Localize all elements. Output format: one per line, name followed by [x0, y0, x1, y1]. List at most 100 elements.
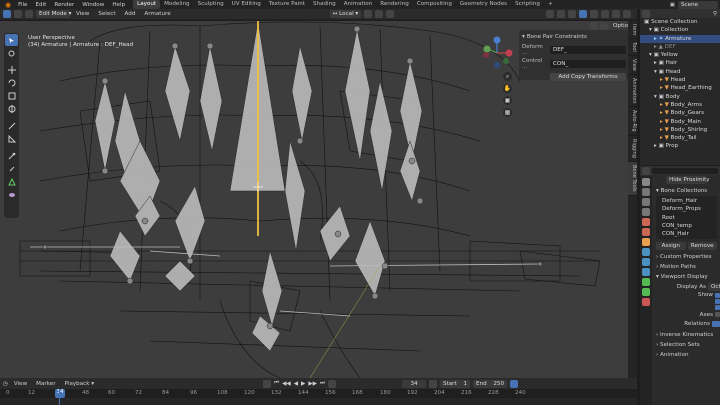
tab-geometry-nodes[interactable]: Geometry Nodes — [456, 0, 511, 9]
add-copy-transforms-button[interactable]: Add Copy Transforms — [550, 73, 626, 81]
xray-toggle-icon[interactable] — [590, 22, 598, 30]
tab-bone-tools[interactable]: Bone Tools — [628, 161, 637, 196]
list-item[interactable]: ▸ ▼ Head_Earthing — [640, 84, 720, 92]
pivot-icon[interactable] — [364, 10, 373, 18]
scene-props-icon[interactable] — [642, 218, 650, 226]
properties-search-input[interactable] — [652, 167, 718, 174]
data-props-icon[interactable] — [642, 278, 650, 286]
timeline-editor-icon[interactable]: ◷ — [3, 381, 8, 387]
list-item[interactable]: ▸ ▼ Body_Arms — [640, 101, 720, 109]
list-item[interactable]: ▾ ▣ Body — [640, 93, 720, 101]
show-checkbox-2[interactable] — [715, 299, 720, 305]
list-item[interactable]: ▾ ▣ Yellow — [640, 51, 720, 59]
tab-layout[interactable]: Layout — [133, 0, 161, 9]
modifier-props-icon[interactable] — [642, 248, 650, 256]
texture-props-icon[interactable] — [642, 298, 650, 306]
tab-uv-editing[interactable]: UV Editing — [228, 0, 265, 9]
tab-scripting[interactable]: Scripting — [511, 0, 544, 9]
object-props-icon[interactable] — [642, 238, 650, 246]
cursor-tool-icon[interactable] — [5, 47, 18, 59]
tab-animation-side[interactable]: Animation — [628, 75, 637, 108]
hide-proximity-tab[interactable]: Hide Proximity — [666, 176, 710, 184]
tab-sculpting[interactable]: Sculpting — [194, 0, 228, 9]
list-item[interactable]: ▸ ▣ Hair — [640, 59, 720, 67]
next-keyframe-icon[interactable]: ▶▶ — [308, 381, 317, 387]
add-workspace-button[interactable]: + — [544, 0, 557, 9]
menu-select[interactable]: Select — [95, 11, 118, 17]
timeline-menu-view[interactable]: View — [11, 381, 30, 387]
shading-material-icon[interactable] — [612, 10, 620, 18]
tab-rendering[interactable]: Rendering — [376, 0, 413, 9]
tab-modeling[interactable]: Modeling — [160, 0, 193, 9]
physics-props-icon[interactable] — [642, 258, 650, 266]
tab-compositing[interactable]: Compositing — [413, 0, 456, 9]
motion-paths-header[interactable]: › Motion Paths — [656, 262, 720, 272]
output-props-icon[interactable] — [642, 198, 650, 206]
menu-edit[interactable]: Edit — [31, 2, 50, 8]
preview-range-icon[interactable] — [429, 379, 438, 388]
blender-logo-icon[interactable]: ◉ — [2, 1, 14, 9]
outliner-editor-icon[interactable] — [642, 9, 650, 18]
play-reverse-icon[interactable]: ◀ — [294, 381, 298, 387]
selection-sets-header[interactable]: › Selection Sets — [656, 340, 720, 350]
menu-add[interactable]: Add — [122, 11, 139, 17]
record-icon[interactable] — [263, 379, 272, 388]
list-item[interactable]: ▸ ▣ Prop — [640, 142, 720, 150]
show-checkbox-3[interactable] — [715, 304, 720, 310]
tab-animation[interactable]: Animation — [340, 0, 377, 9]
outliner-filter-icon[interactable]: ⚲ — [713, 11, 717, 17]
list-item[interactable]: CON_Hair — [656, 230, 717, 238]
list-item[interactable]: ▸ ▼ Body_Gears — [640, 109, 720, 117]
navigation-gizmo[interactable] — [480, 35, 514, 71]
viewport-display-header[interactable]: ▾ Viewport Display — [656, 272, 720, 282]
menu-help[interactable]: Help — [108, 2, 129, 8]
tool-props-icon[interactable] — [642, 178, 650, 186]
mode-selector[interactable]: Edit Mode ▾ — [36, 10, 71, 18]
tab-auto-rig[interactable]: Auto-Rig — [628, 107, 637, 137]
list-item[interactable]: ▾ ▣ Head — [640, 68, 720, 76]
tab-rigging[interactable]: Rigging — [628, 136, 637, 162]
bone-envelope-tool-icon[interactable] — [5, 189, 18, 201]
control-prefix-field[interactable]: CON_ — [550, 60, 626, 68]
play-icon[interactable]: ▶ — [301, 381, 305, 387]
relations-toggle[interactable] — [712, 320, 720, 327]
timeline-ruler[interactable]: 0 12 34 48 60 72 84 96 108 120 132 144 1… — [0, 389, 637, 398]
jump-start-icon[interactable]: ⏮ — [274, 380, 279, 387]
list-item[interactable]: Deform_Hair — [656, 197, 717, 205]
timeline-menu-marker[interactable]: Marker — [33, 381, 58, 387]
shading-options-icon[interactable] — [600, 22, 608, 30]
remove-button[interactable]: Remove — [687, 242, 717, 251]
end-frame-field[interactable]: End 250 — [473, 379, 508, 388]
list-item[interactable]: ▸ ▼ Head — [640, 76, 720, 84]
show-checkbox[interactable] — [715, 292, 720, 298]
editor-type-icon[interactable] — [3, 10, 11, 18]
current-frame-indicator[interactable]: 34 — [55, 389, 65, 398]
snap-icon[interactable] — [375, 10, 384, 18]
rotate-tool-icon[interactable] — [5, 77, 18, 89]
select-mode-icon[interactable] — [14, 10, 22, 18]
select-box-tool-icon[interactable] — [5, 34, 18, 46]
constraints-props-icon[interactable] — [642, 268, 650, 276]
bone-collections-header[interactable]: ▾ Bone Collections — [656, 186, 720, 196]
menu-armature[interactable]: Armature — [141, 11, 173, 17]
gizmo-icon[interactable] — [557, 10, 565, 18]
menu-render[interactable]: Render — [50, 2, 78, 8]
menu-file[interactable]: File — [14, 2, 31, 8]
inverse-kinematics-header[interactable]: › Inverse Kinematics — [656, 330, 720, 340]
extrude-tool-icon[interactable] — [5, 150, 18, 162]
bone-props-icon[interactable] — [642, 288, 650, 296]
render-props-icon[interactable] — [642, 188, 650, 196]
menu-window[interactable]: Window — [78, 2, 108, 8]
sync-icon[interactable] — [510, 379, 519, 388]
tab-tool[interactable]: Tool — [628, 39, 637, 57]
overlay-icon[interactable] — [568, 10, 576, 18]
current-frame-field[interactable]: 34 — [402, 379, 427, 388]
start-frame-field[interactable]: Start 1 — [440, 379, 471, 388]
transform-orientation[interactable]: ↔ Local ▾ — [329, 10, 362, 18]
shading-solid-icon[interactable] — [601, 10, 609, 18]
animation-header[interactable]: › Animation — [656, 350, 720, 360]
jump-end-icon[interactable]: ⏭ — [320, 380, 325, 387]
list-item[interactable]: ▸ ▼ Body_Tail — [640, 134, 720, 142]
list-item[interactable]: ▸ ▼ Body_Main — [640, 118, 720, 126]
tab-item[interactable]: Item — [628, 21, 637, 40]
